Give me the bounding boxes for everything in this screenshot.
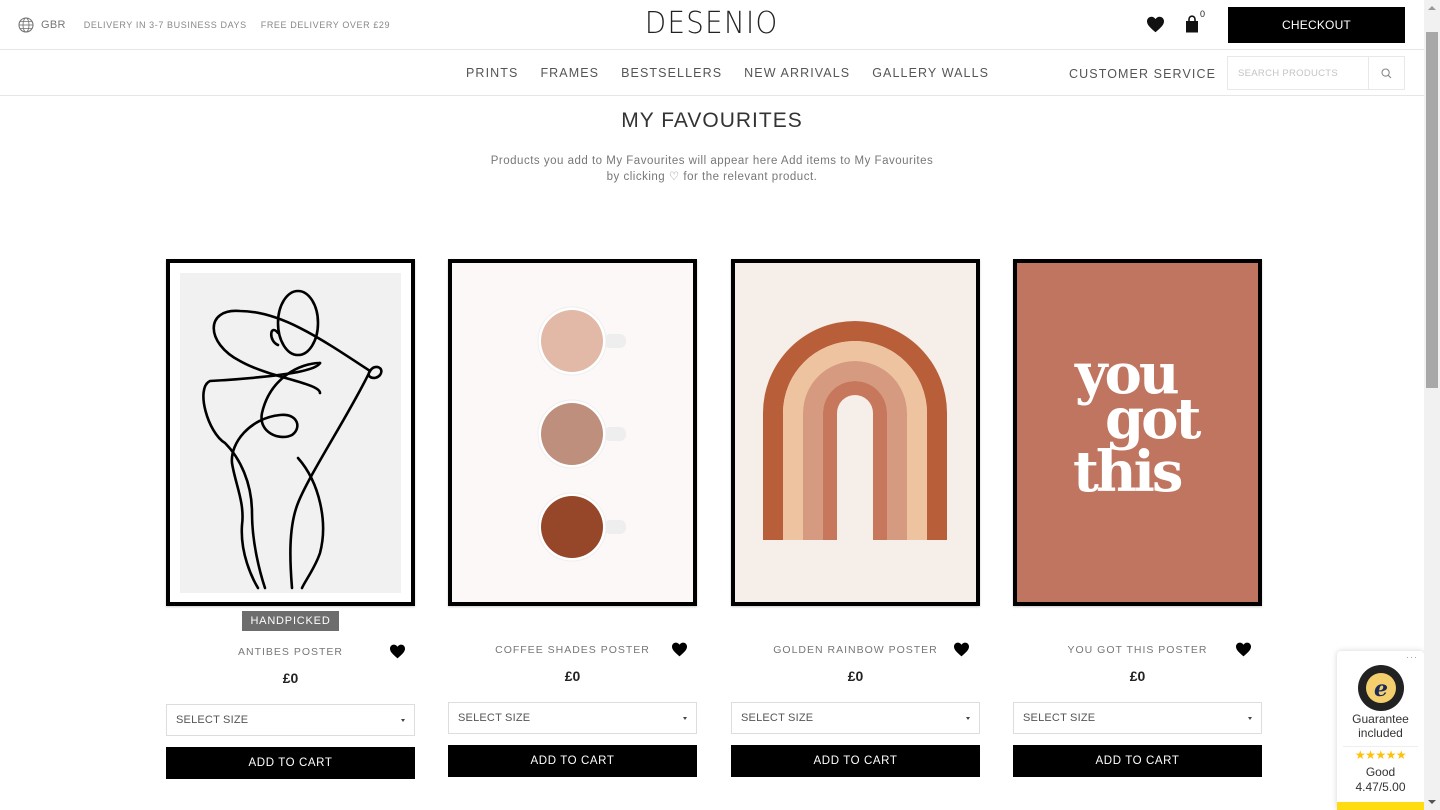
product-card-antibes: HANDPICKED ANTIBES POSTER £0 SELECT SIZE… [166, 259, 415, 779]
rating-stars: ★★★★★ [1354, 748, 1407, 762]
customer-service-link[interactable]: CUSTOMER SERVICE [1069, 67, 1216, 81]
product-card-golden-rainbow: GOLDEN RAINBOW POSTER £0 SELECT SIZE ADD… [731, 259, 980, 777]
guarantee-text: Guarantee included [1337, 712, 1424, 740]
chevron-down-icon [1248, 717, 1252, 720]
main-navigation: PRINTS FRAMES BESTSELLERS NEW ARRIVALS G… [0, 51, 1424, 96]
trust-accent-bar [1337, 802, 1424, 810]
scrollbar-thumb[interactable] [1426, 32, 1438, 388]
chevron-down-icon [401, 719, 405, 722]
subtitle-line-2: by clicking ♡ for the relevant product. [606, 171, 818, 183]
rainbow-arch-artwork-icon [735, 263, 976, 602]
widget-menu-icon[interactable]: ··· [1406, 652, 1418, 662]
line-art-figure-icon [170, 263, 411, 602]
page-scrollbar[interactable] [1424, 0, 1440, 810]
product-price: £0 [847, 668, 864, 684]
coffee-cups-artwork-icon [452, 263, 693, 602]
checkout-button[interactable]: CHECKOUT [1228, 7, 1405, 43]
product-name[interactable]: COFFEE SHADES POSTER [448, 644, 697, 656]
nav-link-bestsellers[interactable]: BESTSELLERS [621, 66, 722, 80]
typography-artwork: you got this [1017, 263, 1258, 602]
subtitle-line-1: Products you add to My Favourites will a… [490, 155, 934, 167]
size-select-label: SELECT SIZE [741, 712, 814, 724]
product-name[interactable]: GOLDEN RAINBOW POSTER [731, 644, 980, 656]
product-price: £0 [282, 670, 299, 686]
artwork-word: this [1073, 439, 1182, 505]
chevron-down-icon [966, 717, 970, 720]
product-price: £0 [564, 668, 581, 684]
rating-score: 4.47/5.00 [1355, 780, 1406, 794]
scroll-down-arrow-icon[interactable] [1428, 800, 1436, 804]
product-name[interactable]: YOU GOT THIS POSTER [1013, 644, 1262, 656]
desenio-logo[interactable]: DESENIO [0, 6, 1424, 41]
size-select-label: SELECT SIZE [458, 712, 531, 724]
add-to-cart-button[interactable]: ADD TO CART [448, 745, 697, 777]
page-title: MY FAVOURITES [621, 109, 803, 132]
nav-link-prints[interactable]: PRINTS [466, 66, 518, 80]
favourite-heart-icon[interactable] [389, 644, 406, 659]
favourite-heart-icon[interactable] [1235, 642, 1252, 657]
guarantee-line-2: included [1358, 726, 1403, 740]
search-button[interactable] [1368, 57, 1404, 89]
size-select[interactable]: SELECT SIZE [731, 702, 980, 734]
cart-count: 0 [1200, 9, 1206, 19]
size-select[interactable]: SELECT SIZE [166, 704, 415, 736]
product-image-golden-rainbow[interactable] [731, 259, 980, 606]
product-price: £0 [1129, 668, 1146, 684]
size-select[interactable]: SELECT SIZE [1013, 702, 1262, 734]
shopping-bag-icon[interactable] [1185, 15, 1199, 33]
favourites-heart-icon[interactable] [1146, 16, 1165, 33]
svg-text:e: e [1374, 676, 1388, 702]
nav-link-gallery-walls[interactable]: GALLERY WALLS [872, 66, 989, 80]
product-card-coffee-shades: COFFEE SHADES POSTER £0 SELECT SIZE ADD … [448, 259, 697, 777]
product-image-coffee-shades[interactable] [448, 259, 697, 606]
favourite-heart-icon[interactable] [953, 642, 970, 657]
nav-link-new-arrivals[interactable]: NEW ARRIVALS [744, 66, 850, 80]
search-icon [1381, 67, 1392, 78]
add-to-cart-button[interactable]: ADD TO CART [166, 747, 415, 779]
scroll-up-arrow-icon[interactable] [1428, 6, 1436, 10]
divider [1343, 746, 1418, 747]
page-subtitle: Products you add to My Favourites will a… [0, 153, 1424, 185]
product-image-antibes[interactable] [166, 259, 415, 606]
rating-label: Good [1365, 765, 1396, 779]
top-bar: GBR DELIVERY IN 3-7 BUSINESS DAYS FREE D… [0, 0, 1424, 50]
nav-link-frames[interactable]: FRAMES [540, 66, 599, 80]
add-to-cart-button[interactable]: ADD TO CART [731, 745, 980, 777]
size-select-label: SELECT SIZE [1023, 712, 1096, 724]
size-select[interactable]: SELECT SIZE [448, 702, 697, 734]
product-image-you-got-this[interactable]: you got this [1013, 259, 1262, 606]
chevron-down-icon [683, 717, 687, 720]
handpicked-badge: HANDPICKED [242, 611, 339, 631]
product-card-you-got-this: you got this YOU GOT THIS POSTER £0 SELE… [1013, 259, 1262, 777]
trusted-shops-widget[interactable]: ··· e Guarantee included ★★★★★ Good 4.47… [1337, 651, 1424, 810]
favourite-heart-icon[interactable] [671, 642, 688, 657]
size-select-label: SELECT SIZE [176, 714, 249, 726]
product-name[interactable]: ANTIBES POSTER [166, 646, 415, 658]
search-box [1227, 56, 1405, 90]
trusted-shops-seal-icon: e [1358, 665, 1404, 711]
add-to-cart-button[interactable]: ADD TO CART [1013, 745, 1262, 777]
search-input[interactable] [1228, 57, 1368, 89]
guarantee-line-1: Guarantee [1352, 712, 1409, 726]
